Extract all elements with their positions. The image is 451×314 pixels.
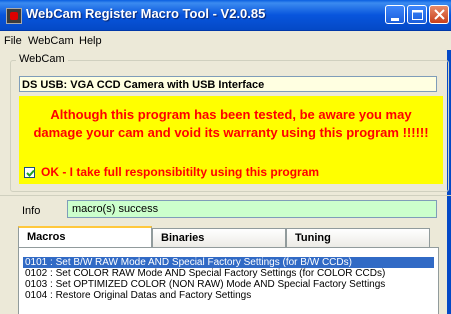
- menu-file[interactable]: File: [4, 35, 22, 47]
- warning-line-2: damage your cam and void its warranty us…: [33, 125, 429, 140]
- macro-item[interactable]: 0104 : Restore Original Datas and Factor…: [23, 290, 434, 301]
- menu-bar: File WebCam Help: [0, 32, 451, 50]
- window-title: WebCam Register Macro Tool - V2.0.85: [26, 6, 266, 21]
- tab-binaries[interactable]: Binaries: [152, 228, 286, 247]
- maximize-button[interactable]: [407, 5, 427, 24]
- tab-macros[interactable]: Macros: [18, 226, 152, 247]
- warning-panel: Although this program has been tested, b…: [19, 96, 443, 184]
- menu-webcam[interactable]: WebCam: [28, 35, 74, 47]
- separator: [0, 195, 451, 196]
- macro-item[interactable]: 0101 : Set B/W RAW Mode AND Special Fact…: [23, 257, 434, 268]
- app-icon[interactable]: [6, 8, 22, 24]
- webcam-group-label: WebCam: [16, 53, 68, 65]
- checkmark-icon: [26, 169, 35, 177]
- info-field: macro(s) success: [67, 200, 437, 218]
- warning-line-1: Although this program has been tested, b…: [50, 107, 412, 122]
- webcam-device-field: DS USB: VGA CCD Camera with USB Interfac…: [19, 76, 437, 92]
- tab-tuning[interactable]: Tuning: [286, 228, 430, 247]
- close-icon: [434, 9, 445, 20]
- warning-text: Although this program has been tested, b…: [19, 106, 443, 142]
- info-label: Info: [22, 205, 41, 217]
- maximize-icon: [412, 10, 423, 20]
- minimize-button[interactable]: [385, 5, 405, 24]
- macro-item[interactable]: 0103 : Set OPTIMIZED COLOR (NON RAW) Mod…: [23, 279, 434, 290]
- macro-list[interactable]: 0101 : Set B/W RAW Mode AND Special Fact…: [23, 257, 434, 301]
- responsibility-label[interactable]: OK - I take full responsibitilty using t…: [41, 165, 319, 179]
- title-bar[interactable]: WebCam Register Macro Tool - V2.0.85: [0, 0, 451, 31]
- responsibility-checkbox[interactable]: [24, 167, 35, 178]
- menu-help[interactable]: Help: [79, 35, 102, 47]
- minimize-icon: [391, 18, 399, 21]
- tab-strip: Macros Binaries Tuning: [18, 226, 430, 248]
- macro-item[interactable]: 0102 : Set COLOR RAW Mode AND Special Fa…: [23, 268, 434, 279]
- macros-panel: 0101 : Set B/W RAW Mode AND Special Fact…: [18, 247, 439, 314]
- close-button[interactable]: [429, 5, 449, 24]
